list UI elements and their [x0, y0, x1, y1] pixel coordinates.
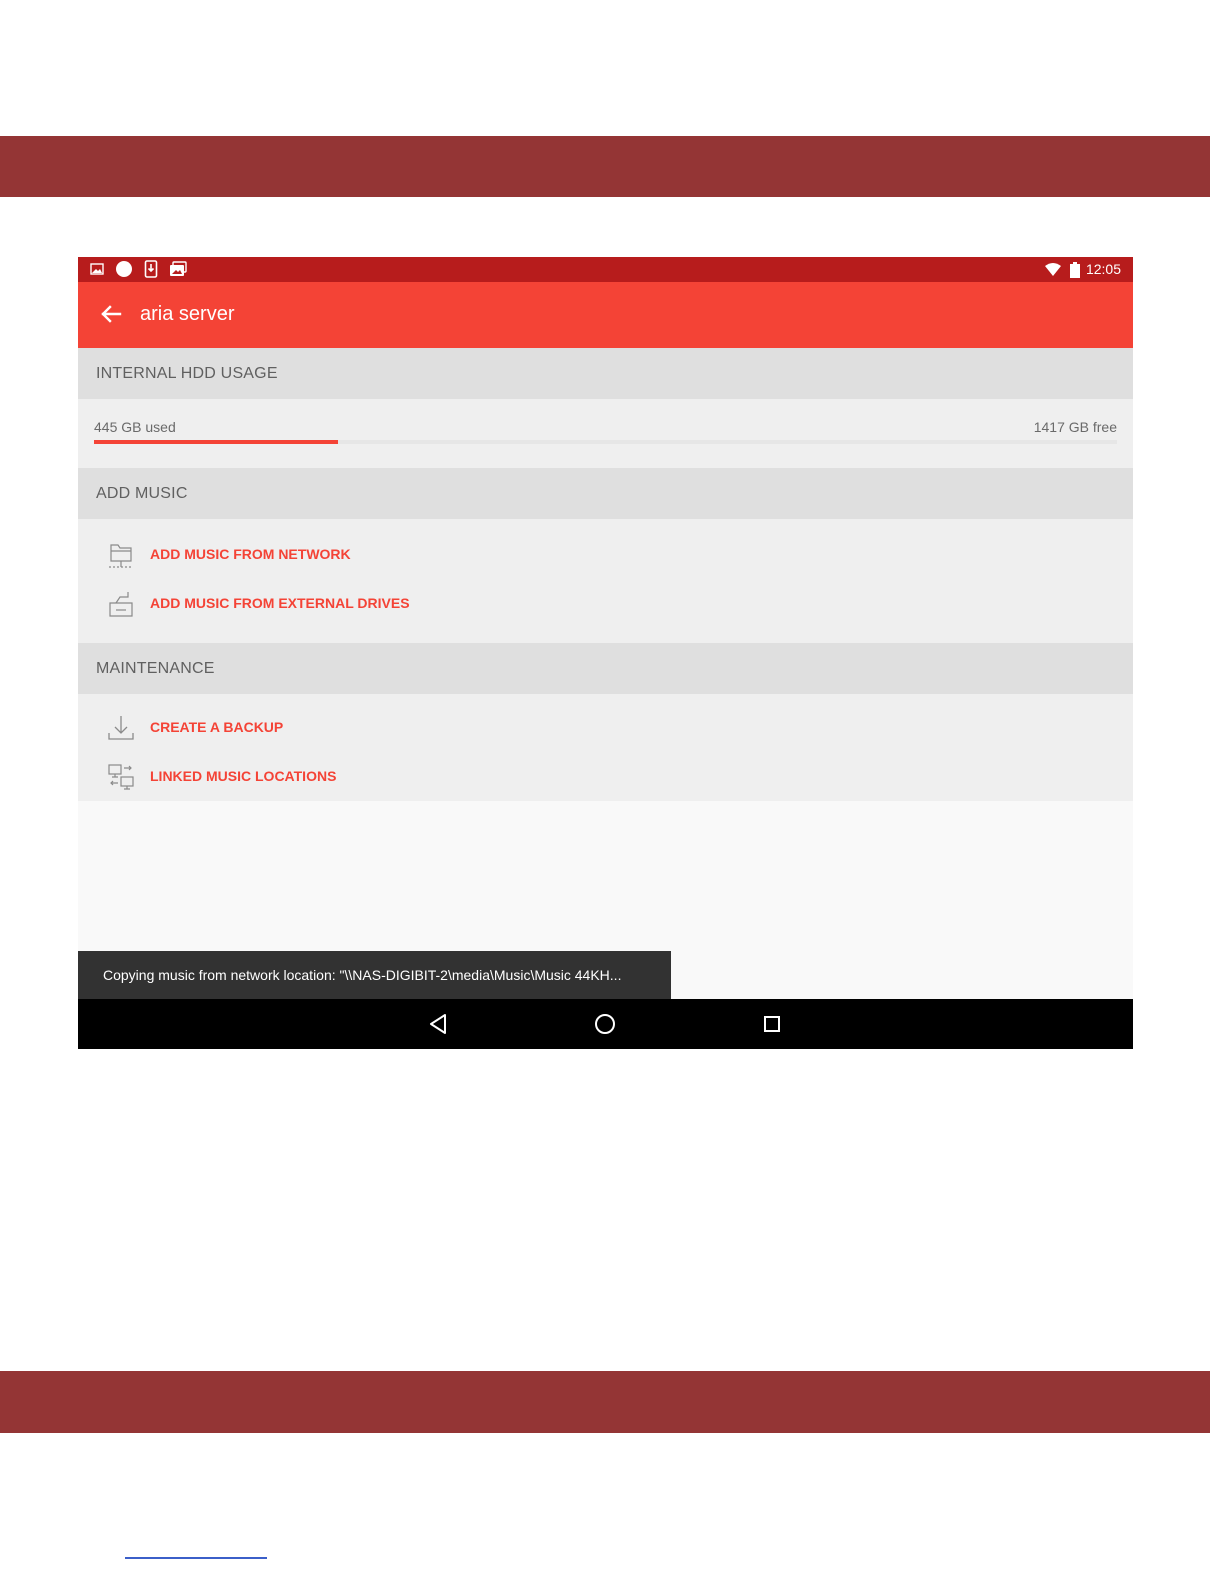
- image-icon: [90, 263, 104, 275]
- hdd-usage-panel: 445 GB used 1417 GB free: [78, 399, 1133, 468]
- section-header-hdd: INTERNAL HDD USAGE: [78, 348, 1133, 399]
- external-drive-icon: [109, 592, 133, 617]
- action-label: LINKED MUSIC LOCATIONS: [150, 768, 337, 784]
- photos-icon: [170, 261, 187, 276]
- footer-link-underline[interactable]: [125, 1557, 267, 1559]
- home-circle-icon[interactable]: [591, 1010, 619, 1038]
- page-footer-band: [0, 1371, 1210, 1433]
- snackbar-message: Copying music from network location: "\\…: [103, 967, 622, 983]
- action-label: ADD MUSIC FROM EXTERNAL DRIVES: [150, 595, 410, 611]
- page-header-band: [0, 136, 1210, 197]
- section-title: INTERNAL HDD USAGE: [96, 365, 278, 382]
- linked-computers-icon: [108, 764, 134, 790]
- hdd-free-label: 1417 GB free: [1033, 419, 1117, 435]
- status-bar: 12:05: [78, 257, 1133, 282]
- snackbar: Copying music from network location: "\\…: [78, 951, 671, 999]
- add-music-from-external-drives-button[interactable]: ADD MUSIC FROM EXTERNAL DRIVES: [78, 583, 498, 623]
- section-title: MAINTENANCE: [96, 660, 215, 677]
- section-title: ADD MUSIC: [96, 485, 188, 502]
- action-label: CREATE A BACKUP: [150, 719, 284, 735]
- back-triangle-icon[interactable]: [424, 1010, 452, 1038]
- section-header-add-music: ADD MUSIC: [78, 468, 1133, 519]
- add-music-panel: ADD MUSIC FROM NETWORK ADD MUSIC FROM EX…: [78, 519, 1133, 643]
- wifi-icon: [1045, 263, 1061, 276]
- circle-icon: [116, 261, 132, 277]
- recents-square-icon[interactable]: [758, 1010, 786, 1038]
- network-folder-icon: [109, 544, 133, 568]
- create-a-backup-button[interactable]: CREATE A BACKUP: [78, 707, 498, 747]
- action-label: ADD MUSIC FROM NETWORK: [150, 546, 351, 562]
- app-bar: aria server: [78, 282, 1133, 348]
- add-music-from-network-button[interactable]: ADD MUSIC FROM NETWORK: [78, 534, 498, 574]
- download-icon: [144, 260, 158, 278]
- tablet-screen: 12:05 aria server INTERNAL HDD USAGE 445…: [78, 257, 1133, 1049]
- hdd-usage-bar: [94, 440, 1117, 444]
- page-title: aria server: [140, 303, 235, 325]
- back-arrow-icon[interactable]: [96, 299, 126, 329]
- system-nav-bar: [78, 999, 1133, 1049]
- linked-music-locations-button[interactable]: LINKED MUSIC LOCATIONS: [78, 756, 498, 796]
- hdd-used-label: 445 GB used: [94, 419, 176, 435]
- battery-icon: [1070, 262, 1080, 278]
- section-header-maintenance: MAINTENANCE: [78, 643, 1133, 694]
- status-clock: 12:05: [1085, 261, 1121, 277]
- maintenance-panel: CREATE A BACKUP LINKED MUSIC LOCATIONS: [78, 694, 1133, 801]
- hdd-usage-bar-fill: [94, 440, 339, 444]
- download-tray-icon: [108, 716, 134, 740]
